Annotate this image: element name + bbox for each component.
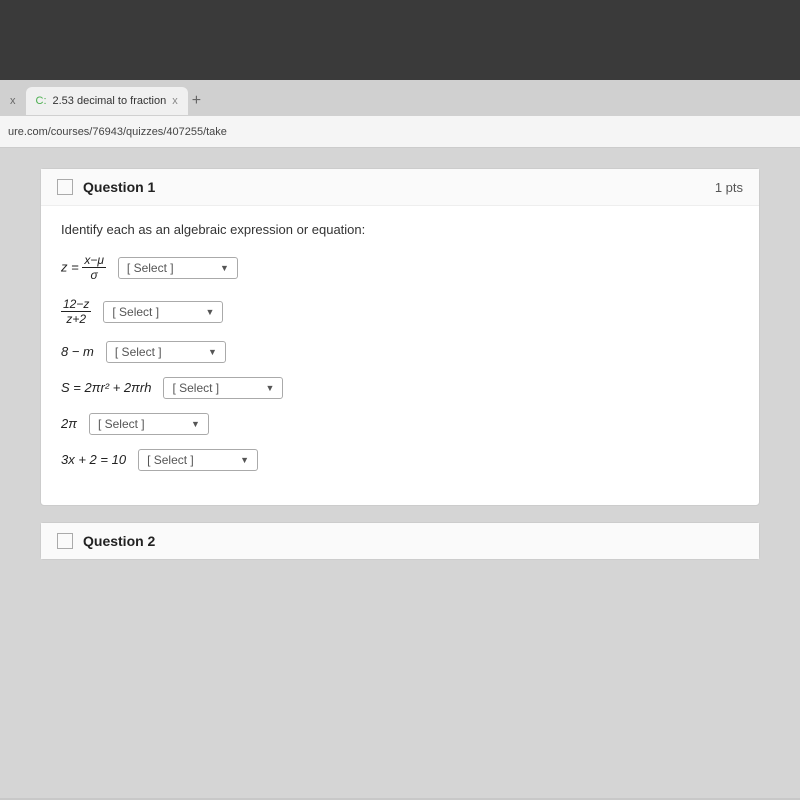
tab-close-button[interactable]: x [172, 95, 178, 107]
expr-6: 3x + 2 = 10 [61, 452, 126, 467]
address-bar[interactable]: ure.com/courses/76943/quizzes/407255/tak… [0, 116, 800, 148]
fraction-numerator-1: x−μ [82, 253, 106, 268]
select-dropdown-4[interactable]: [ Select ] ▼ [163, 377, 283, 399]
question2-title: Question 2 [83, 533, 155, 549]
expr-4: S = 2πr² + 2πrh [61, 380, 151, 395]
expr-1: z = x−μ σ [61, 253, 106, 283]
select-label-3: [ Select ] [115, 345, 162, 359]
select-dropdown-6[interactable]: [ Select ] ▼ [138, 449, 258, 471]
select-dropdown-3[interactable]: [ Select ] ▼ [106, 341, 226, 363]
select-label-5: [ Select ] [98, 417, 145, 431]
expr-3: 8 − m [61, 344, 94, 359]
fraction-1: x−μ σ [82, 253, 106, 283]
question1-checkbox[interactable] [57, 179, 73, 195]
fraction-denominator-2: z+2 [64, 312, 88, 326]
expr-5: 2π [61, 416, 77, 431]
page-content: Question 1 1 pts Identify each as an alg… [0, 148, 800, 798]
expression-row-2: 12−z z+2 [ Select ] ▼ [61, 297, 739, 327]
select-label-4: [ Select ] [172, 381, 219, 395]
tab-label: 2.53 decimal to fraction [53, 95, 167, 107]
question2-card: Question 2 [40, 522, 760, 560]
fraction-denominator-1: σ [89, 268, 100, 282]
expression-row-6: 3x + 2 = 10 [ Select ] ▼ [61, 449, 739, 471]
expression-row-1: z = x−μ σ [ Select ] ▼ [61, 253, 739, 283]
select-dropdown-5[interactable]: [ Select ] ▼ [89, 413, 209, 435]
dropdown-arrow-1: ▼ [220, 263, 229, 273]
fraction-numerator-2: 12−z [61, 297, 91, 312]
expression-row-5: 2π [ Select ] ▼ [61, 413, 739, 435]
question1-header: Question 1 1 pts [41, 169, 759, 206]
expression-row-3: 8 − m [ Select ] ▼ [61, 341, 739, 363]
select-dropdown-1[interactable]: [ Select ] ▼ [118, 257, 238, 279]
expression-row-4: S = 2πr² + 2πrh [ Select ] ▼ [61, 377, 739, 399]
dropdown-arrow-3: ▼ [208, 347, 217, 357]
new-tab-button[interactable]: + [192, 92, 201, 110]
question1-pts: 1 pts [715, 180, 743, 195]
question2-checkbox[interactable] [57, 533, 73, 549]
dropdown-arrow-2: ▼ [205, 307, 214, 317]
question2-header: Question 2 [41, 523, 759, 559]
tab-bar: x C: 2.53 decimal to fraction x + [0, 80, 800, 116]
tab-icon: C: [36, 95, 47, 107]
expr-2: 12−z z+2 [61, 297, 91, 327]
question1-header-left: Question 1 [57, 179, 155, 195]
browser-tab[interactable]: C: 2.53 decimal to fraction x [26, 87, 188, 115]
select-label-6: [ Select ] [147, 453, 194, 467]
question2-header-left: Question 2 [57, 533, 155, 549]
question1-card: Question 1 1 pts Identify each as an alg… [40, 168, 760, 506]
question1-instruction: Identify each as an algebraic expression… [61, 222, 739, 237]
address-text: ure.com/courses/76943/quizzes/407255/tak… [8, 126, 227, 138]
tab-close-left[interactable]: x [6, 93, 20, 109]
question1-title: Question 1 [83, 179, 155, 195]
question1-body: Identify each as an algebraic expression… [41, 206, 759, 505]
dropdown-arrow-4: ▼ [266, 383, 275, 393]
select-label-2: [ Select ] [112, 305, 159, 319]
window-top-bar [0, 0, 800, 80]
select-dropdown-2[interactable]: [ Select ] ▼ [103, 301, 223, 323]
fraction-2: 12−z z+2 [61, 297, 91, 327]
select-label-1: [ Select ] [127, 261, 174, 275]
dropdown-arrow-5: ▼ [191, 419, 200, 429]
browser-chrome: x C: 2.53 decimal to fraction x + ure.co… [0, 80, 800, 148]
dropdown-arrow-6: ▼ [240, 455, 249, 465]
